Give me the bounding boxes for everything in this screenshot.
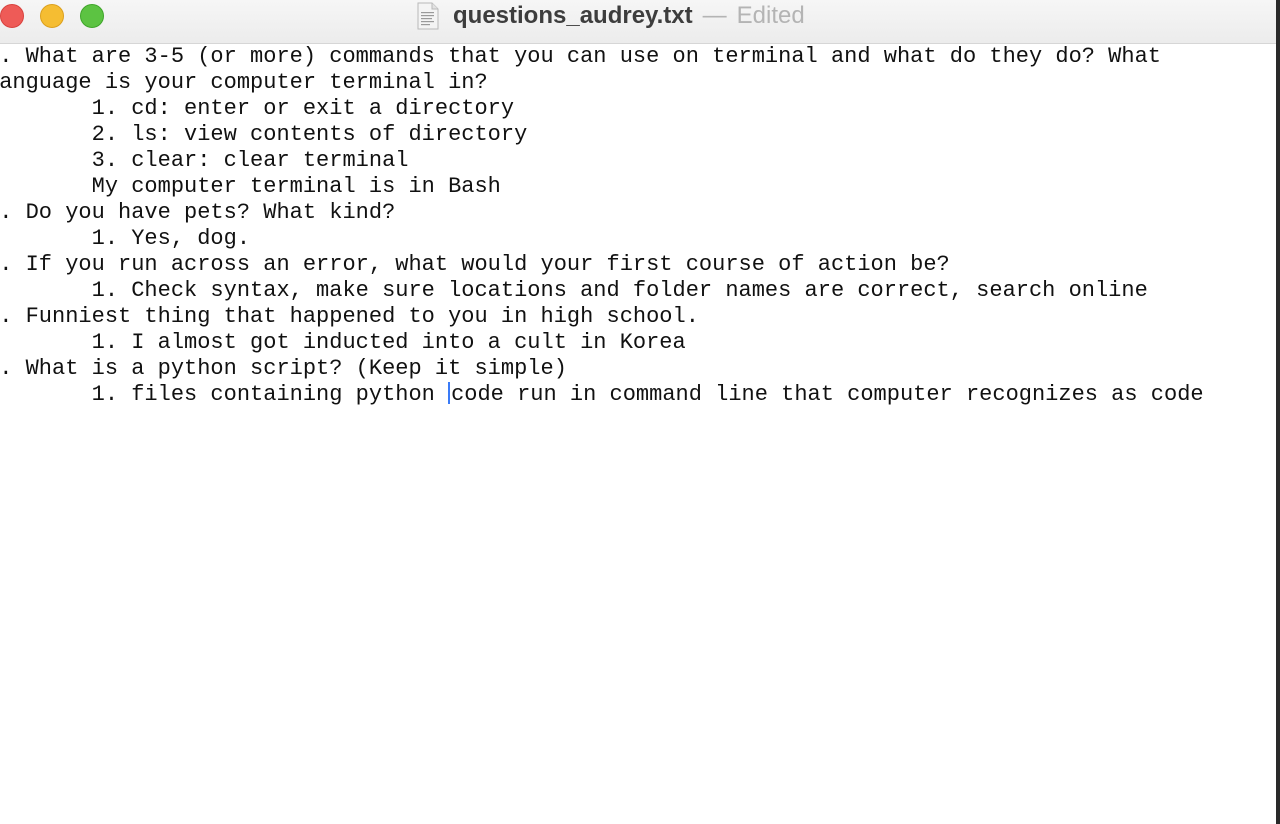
text-line: 3. If you run across an error, what woul…	[0, 252, 950, 277]
text-line: 2. Do you have pets? What kind?	[0, 200, 396, 225]
text-line: 1. I almost got inducted into a cult in …	[0, 330, 686, 355]
minimize-button[interactable]	[40, 4, 64, 28]
edited-status[interactable]: Edited	[737, 2, 805, 30]
text-line: 1. Yes, dog.	[0, 226, 251, 251]
caret-line: 1. files containing python code run in c…	[0, 382, 1276, 408]
text-document-icon[interactable]	[417, 2, 439, 30]
document-filename: questions_audrey.txt	[453, 2, 693, 29]
title-bar[interactable]: questions_audrey.txt — Edited	[0, 0, 1276, 44]
text-line: 5. What is a python script? (Keep it sim…	[0, 356, 567, 381]
text-line: 1. What are 3-5 (or more) commands that …	[0, 44, 1161, 69]
text-line: 3. clear: clear terminal	[0, 148, 409, 173]
background-window-edge	[1276, 0, 1280, 824]
window-title: questions_audrey.txt — Edited	[417, 0, 805, 32]
text-line: My computer terminal is in Bash	[0, 174, 501, 199]
text-line: 1. cd: enter or exit a directory	[0, 96, 515, 121]
text-editor-area[interactable]: 1. What are 3-5 (or more) commands that …	[0, 44, 1276, 824]
text-line: 4. Funniest thing that happened to you i…	[0, 304, 699, 329]
text-line: 2. ls: view contents of directory	[0, 122, 528, 147]
text-line: language is your computer terminal in?	[0, 70, 488, 95]
text-caret	[448, 382, 451, 404]
textedit-window: questions_audrey.txt — Edited 1. What ar…	[0, 0, 1276, 824]
text-after-caret: code run in command line that computer r…	[451, 382, 1204, 407]
text-line: 1. Check syntax, make sure locations and…	[0, 278, 1148, 303]
text-before-caret: 1. files containing python	[0, 382, 449, 407]
close-button[interactable]	[0, 4, 24, 28]
zoom-button[interactable]	[80, 4, 104, 28]
title-separator: —	[702, 2, 727, 29]
